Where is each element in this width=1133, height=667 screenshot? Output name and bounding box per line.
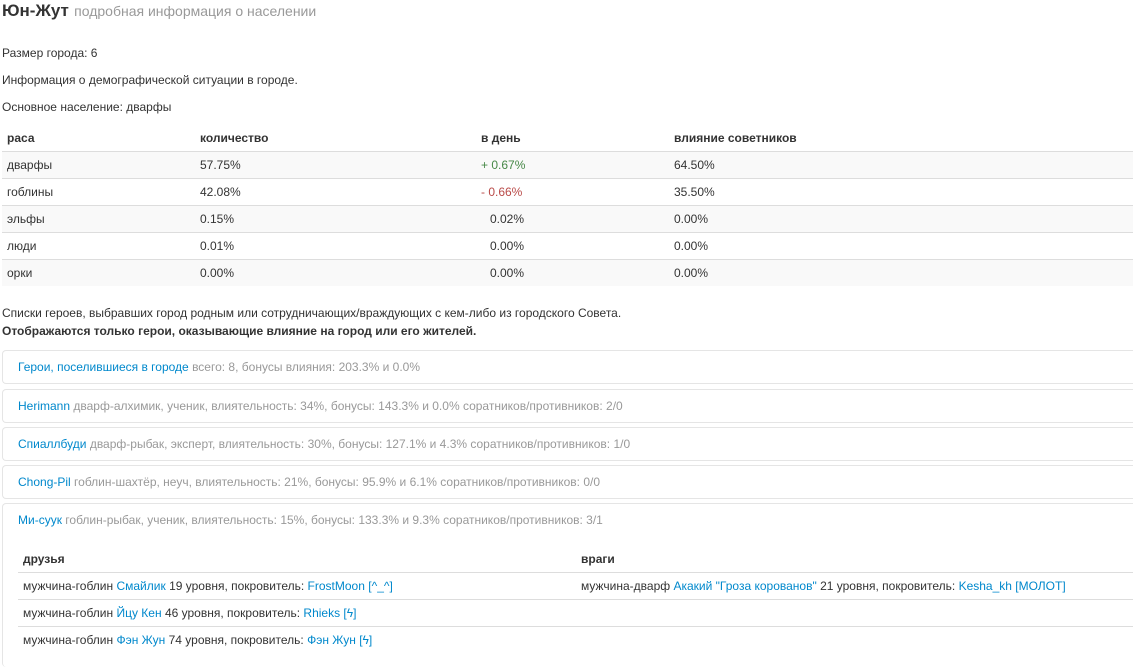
accordion-hero-spiallbudi[interactable]: Спиаллбуди дварф-рыбак, эксперт, влиятел… [2,427,1133,461]
race-influence: 64.50% [669,151,1133,179]
accordion-hero-chong-pil[interactable]: Chong-Pil гоблин-шахтёр, неуч, влиятельн… [2,465,1133,499]
table-row: дварфы 57.75% + 0.67% 64.50% [2,151,1133,179]
enemy-cell [576,599,1133,627]
race-count: 0.01% [195,232,476,260]
hero-link[interactable]: Herimann [18,399,70,413]
enemy-cell [576,626,1133,653]
friend-level: 19 уровня, покровитель: [169,579,305,593]
relations-table: друзья враги мужчина-гоблин Смайлик 19 у… [18,546,1133,653]
race-influence: 0.00% [669,259,1133,286]
race-count: 0.00% [195,259,476,286]
page-subtitle: подробная информация о населении [74,3,317,19]
col-race: раса [2,125,195,152]
race-count: 57.75% [195,151,476,179]
race-name: люди [2,232,195,260]
race-table: раса количество в день влияние советнико… [2,125,1133,286]
race-table-header: раса количество в день влияние советнико… [2,125,1133,152]
friend-level: 74 уровня, покровитель: [168,633,304,647]
table-row: гоблины 42.08% - 0.66% 35.50% [2,178,1133,206]
race-influence: 35.50% [669,178,1133,206]
table-row: эльфы 0.15% 0.02% 0.00% [2,205,1133,233]
race-daily-value: 0.00% [490,266,525,280]
race-daily: + 0.67% [476,151,669,179]
race-name: орки [2,259,195,286]
race-influence: 0.00% [669,232,1133,260]
patron-link[interactable]: Kesha_kh [МОЛОТ] [959,579,1066,593]
hero-link[interactable]: Chong-Pil [18,475,71,489]
enemy-link[interactable]: Акакий "Гроза корованов" [673,579,816,593]
friend-cell: мужчина-гоблин Смайлик 19 уровня, покров… [18,572,576,600]
accordion-hero-herimann[interactable]: Herimann дварф-алхимик, ученик, влиятель… [2,389,1133,423]
friend-link[interactable]: Йцу Кен [116,606,161,620]
friend-level: 46 уровня, покровитель: [164,606,301,620]
table-row: мужчина-гоблин Смайлик 19 уровня, покров… [18,572,1133,600]
friend-link[interactable]: Смайлик [116,579,165,593]
friend-link[interactable]: Фэн Жун [116,633,165,647]
race-daily: 0.02% [476,205,669,233]
col-daily: в день [476,125,669,152]
hero-link[interactable]: Спиаллбуди [18,437,86,451]
friend-cell: мужчина-гоблин Йцу Кен 46 уровня, покров… [18,599,576,627]
race-daily: 0.00% [476,259,669,286]
page-title: Юн-Жут [2,1,69,20]
table-row: мужчина-гоблин Йцу Кен 46 уровня, покров… [18,599,1133,627]
friend-cell: мужчина-гоблин Фэн Жун 74 уровня, покров… [18,626,576,653]
relations-header: друзья враги [18,546,1133,573]
friend-type: мужчина-гоблин [23,579,114,593]
race-daily: 0.00% [476,232,669,260]
city-size: Размер города: 6 [2,46,98,60]
friend-type: мужчина-гоблин [23,606,114,620]
hero-summary: гоблин-шахтёр, неуч, влиятельность: 21%,… [74,475,601,489]
col-enemies: враги [576,546,1133,573]
race-count: 0.15% [195,205,476,233]
hero-summary: гоблин-рыбак, ученик, влиятельность: 15%… [65,513,603,527]
race-name: гоблины [2,178,195,206]
enemy-cell: мужчина-дварф Акакий "Гроза корованов" 2… [576,572,1133,600]
race-influence: 0.00% [669,205,1133,233]
main-population: Основное население: дварфы [2,100,172,114]
hero-summary: дварф-рыбак, эксперт, влиятельность: 30%… [89,437,631,451]
patron-link[interactable]: FrostMoon [^_^] [308,579,393,593]
page-header: Юн-Жут подробная информация о населении [2,1,316,21]
race-daily-value: 0.02% [490,212,525,226]
demographics-info: Информация о демографической ситуации в … [2,73,298,87]
settled-heroes-link[interactable]: Герои, поселившиеся в городе [18,360,189,374]
race-name: эльфы [2,205,195,233]
enemy-level: 21 уровня, покровитель: [820,579,956,593]
col-count: количество [195,125,476,152]
accordion-settled-heroes[interactable]: Герои, поселившиеся в городе всего: 8, б… [2,350,1133,384]
col-friends: друзья [18,546,576,573]
enemy-type: мужчина-дварф [581,579,671,593]
table-row: люди 0.01% 0.00% 0.00% [2,232,1133,260]
heroes-note: Отображаются только герои, оказывающие в… [2,324,477,338]
heroes-intro: Списки героев, выбравших город родным ил… [2,306,622,320]
hero-summary: дварф-алхимик, ученик, влиятельность: 34… [73,399,623,413]
race-daily: - 0.66% [476,178,669,206]
hero-link[interactable]: Ми-суук [18,513,62,527]
race-daily-value: 0.00% [490,239,525,253]
table-row: орки 0.00% 0.00% 0.00% [2,259,1133,286]
col-influence: влияние советников [669,125,1133,152]
accordion-summary: всего: 8, бонусы влияния: 203.3% и 0.0% [192,360,420,374]
patron-link[interactable]: Фэн Жун [ϟ] [307,633,372,647]
friend-type: мужчина-гоблин [23,633,114,647]
table-row: мужчина-гоблин Фэн Жун 74 уровня, покров… [18,626,1133,653]
race-count: 42.08% [195,178,476,206]
patron-link[interactable]: Rhieks [ϟ] [303,606,356,620]
race-name: дварфы [2,151,195,179]
